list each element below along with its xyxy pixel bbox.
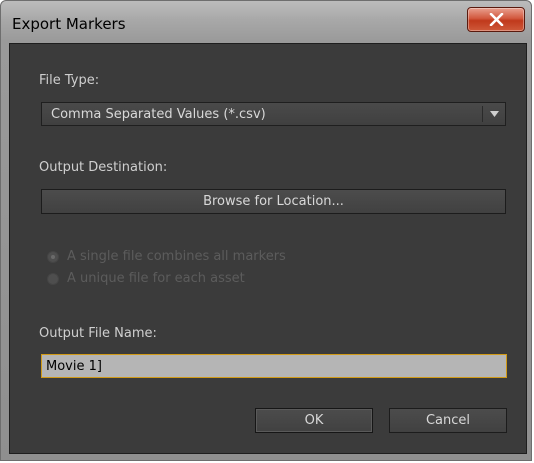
- title-bar[interactable]: Export Markers: [1, 1, 531, 41]
- output-file-name-input[interactable]: [41, 354, 507, 378]
- output-file-name-label: Output File Name:: [39, 326, 157, 341]
- radio-label-unique-file: A unique file for each asset: [67, 271, 245, 286]
- dialog-content: File Type: Comma Separated Values (*.csv…: [9, 43, 527, 454]
- select-divider: [482, 106, 483, 122]
- dialog-title: Export Markers: [12, 15, 126, 33]
- output-destination-label: Output Destination:: [39, 160, 168, 175]
- radio-button-single-file: [47, 251, 59, 263]
- close-button[interactable]: [467, 7, 525, 32]
- file-type-selected-value: Comma Separated Values (*.csv): [51, 107, 266, 122]
- radio-button-unique-file: [47, 273, 59, 285]
- browse-location-button[interactable]: Browse for Location...: [41, 189, 506, 214]
- file-type-label: File Type:: [39, 73, 100, 88]
- radio-label-single-file: A single file combines all markers: [67, 249, 286, 264]
- ok-button[interactable]: OK: [255, 408, 373, 433]
- file-type-select[interactable]: Comma Separated Values (*.csv): [41, 102, 506, 126]
- chevron-down-icon: [490, 111, 499, 117]
- export-markers-dialog: Export Markers File Type: Comma Separate…: [0, 0, 532, 461]
- cancel-button[interactable]: Cancel: [389, 408, 507, 433]
- close-icon: [489, 13, 504, 26]
